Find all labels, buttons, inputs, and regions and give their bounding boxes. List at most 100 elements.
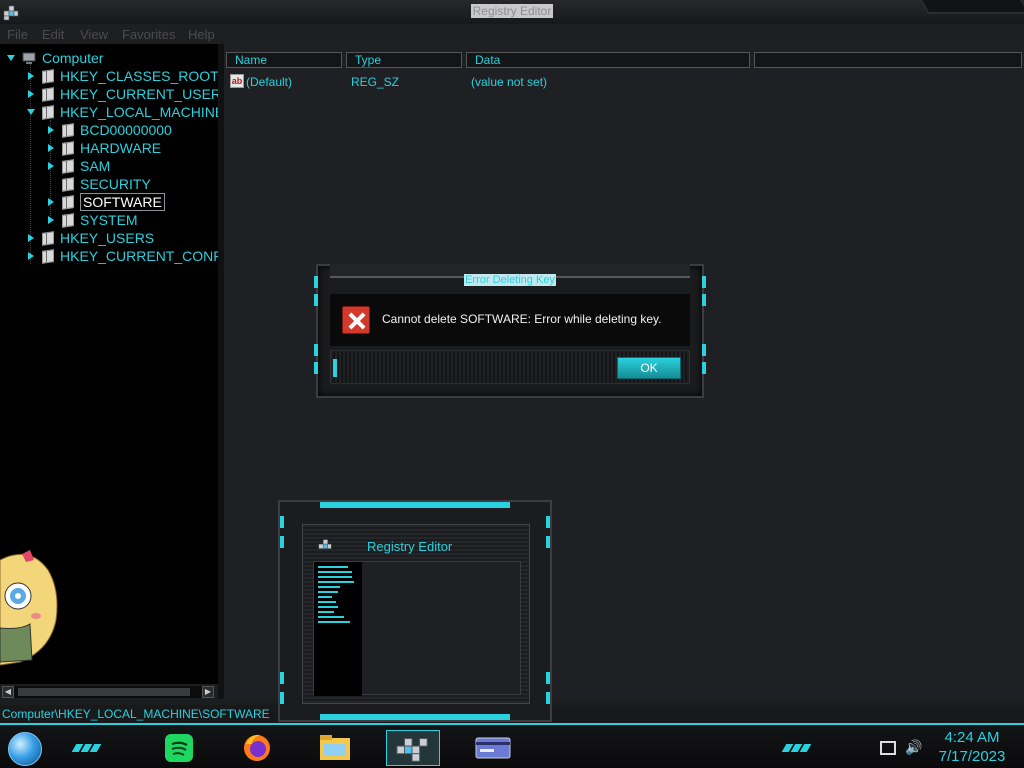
dialog-title: Error Deleting Key — [464, 274, 556, 286]
menu-view[interactable]: View — [80, 27, 108, 42]
clock-date[interactable]: 7/17/2023 — [934, 748, 1010, 765]
tree-item-label: HARDWARE — [80, 140, 162, 156]
network-icon[interactable] — [880, 741, 896, 755]
dialog-accent — [314, 362, 318, 374]
tree-item-hkey-local-machine[interactable]: HKEY_LOCAL_MACHINE — [26, 103, 224, 121]
thumbnail-accent — [546, 516, 550, 528]
thumbnail-mini-line — [318, 606, 338, 608]
tree-item-label: SAM — [80, 158, 111, 174]
dialog-accent — [314, 294, 318, 306]
thumbnail-mini-line — [318, 616, 344, 618]
menu-file[interactable]: File — [7, 27, 28, 42]
tree-expand-arrow-icon[interactable] — [26, 232, 38, 244]
scroll-right-arrow-icon[interactable]: ▶ — [202, 686, 214, 698]
thumbnail-mini-line — [318, 601, 336, 603]
scrollbar-thumb[interactable] — [18, 688, 190, 696]
tree-item-label-selected: SOFTWARE — [80, 193, 165, 211]
firefox-icon[interactable] — [238, 730, 276, 766]
thumbnail-window[interactable]: Registry Editor — [302, 524, 530, 704]
column-header-name[interactable]: Name — [226, 52, 342, 68]
tree-item-bcd00000000[interactable]: BCD00000000 — [46, 121, 172, 139]
dialog-accent — [702, 294, 706, 306]
dialog-accent — [702, 276, 706, 288]
taskbar-chevron-decoration — [781, 739, 812, 752]
title-bar[interactable]: Registry Editor — [0, 0, 1024, 24]
thumbnail-mini-line — [318, 621, 350, 623]
menu-edit[interactable]: Edit — [42, 27, 64, 42]
menu-favorites[interactable]: Favorites — [122, 27, 175, 42]
thumbnail-mini-tree — [314, 562, 362, 696]
tree-item-hkey-current-user[interactable]: HKEY_CURRENT_USER — [26, 85, 221, 103]
folder-icon — [62, 212, 74, 228]
tree-expand-arrow-icon[interactable] — [46, 196, 58, 208]
dialog-accent — [702, 344, 706, 356]
tree-item-security[interactable]: SECURITY — [46, 175, 151, 193]
tree-expand-arrow-icon[interactable] — [26, 88, 38, 100]
tree-item-label: Computer — [42, 50, 104, 66]
tree-item-label: HKEY_CURRENT_CONFI — [60, 248, 226, 264]
tree-item-system[interactable]: SYSTEM — [46, 211, 138, 229]
tree-item-label: HKEY_LOCAL_MACHINE — [60, 104, 225, 120]
error-icon — [342, 306, 370, 334]
tree-item-sam[interactable]: SAM — [46, 157, 110, 175]
thumbnail-accent-top — [320, 502, 510, 508]
volume-icon[interactable]: 🔊 — [905, 739, 922, 755]
menu-bar: File Edit View Favorites Help — [0, 24, 1024, 44]
value-type-cell: REG_SZ — [351, 75, 400, 89]
folder-icon[interactable] — [316, 730, 354, 766]
thumbnail-mini-line — [318, 566, 348, 568]
tree-item-label: BCD00000000 — [80, 122, 172, 138]
registry-icon[interactable] — [386, 730, 440, 766]
tree-expand-arrow-icon[interactable] — [6, 52, 18, 64]
tree-expand-arrow-icon[interactable] — [46, 214, 58, 226]
thumbnail-screenshot — [313, 561, 521, 696]
column-header-empty[interactable] — [754, 52, 1022, 68]
tree-item-computer[interactable]: Computer — [6, 49, 103, 67]
computer-icon — [22, 52, 36, 64]
tree-expand-arrow-icon[interactable] — [26, 70, 38, 82]
thumbnail-accent — [280, 516, 284, 528]
thumbnail-accent — [280, 692, 284, 704]
spotify-icon[interactable] — [160, 730, 198, 766]
folder-icon — [62, 176, 74, 192]
tree-item-label: SECURITY — [80, 176, 151, 192]
ok-button[interactable]: OK — [617, 357, 681, 379]
dialog-accent — [314, 344, 318, 356]
tree-expand-arrow-icon[interactable] — [46, 160, 58, 172]
thumbnail-mini-line — [318, 581, 354, 583]
taskbar-thumbnail-preview[interactable]: Registry Editor — [278, 500, 552, 722]
value-data-cell: (value not set) — [471, 75, 548, 89]
value-name-cell[interactable]: (Default) — [246, 75, 292, 89]
taskbar: 🔊 4:24 AM 7/17/2023 — [0, 723, 1024, 768]
thumbnail-mini-line — [318, 591, 338, 593]
tree-item-hkey-current-config[interactable]: HKEY_CURRENT_CONFI — [26, 247, 226, 265]
start-button[interactable] — [8, 732, 42, 766]
tree-item-software[interactable]: SOFTWARE — [46, 193, 165, 211]
column-header-type[interactable]: Type — [346, 52, 462, 68]
dialog-body: Cannot delete SOFTWARE: Error while dele… — [330, 294, 690, 346]
card-icon[interactable] — [470, 730, 516, 766]
dialog-accent — [333, 359, 337, 377]
tree-item-hardware[interactable]: HARDWARE — [46, 139, 161, 157]
tree-expand-arrow-icon[interactable] — [46, 124, 58, 136]
tree-item-hkey-users[interactable]: HKEY_USERS — [26, 229, 154, 247]
thumbnail-title: Registry Editor — [367, 539, 453, 554]
folder-icon — [42, 248, 54, 264]
thumbnail-accent — [280, 672, 284, 684]
thumbnail-accent-bottom — [320, 714, 510, 720]
folder-icon — [62, 122, 74, 138]
menu-help[interactable]: Help — [188, 27, 215, 42]
tree-item-label: HKEY_CLASSES_ROOT — [60, 68, 219, 84]
tree-item-label: SYSTEM — [80, 212, 138, 228]
tree-expand-arrow-icon[interactable] — [46, 142, 58, 154]
tree-expand-arrow-icon[interactable] — [26, 250, 38, 262]
status-path: Computer\HKEY_LOCAL_MACHINE\SOFTWARE — [2, 707, 270, 721]
folder-icon — [62, 158, 74, 174]
clock-time[interactable]: 4:24 AM — [934, 729, 1010, 746]
tree-item-hkey-classes-root[interactable]: HKEY_CLASSES_ROOT — [26, 67, 219, 85]
tree-horizontal-scrollbar[interactable]: ◀ ▶ — [2, 686, 214, 698]
column-header-data[interactable]: Data — [466, 52, 750, 68]
tree-expand-arrow-icon[interactable] — [26, 106, 38, 118]
scroll-left-arrow-icon[interactable]: ◀ — [2, 686, 14, 698]
window-title: Registry Editor — [470, 4, 554, 18]
